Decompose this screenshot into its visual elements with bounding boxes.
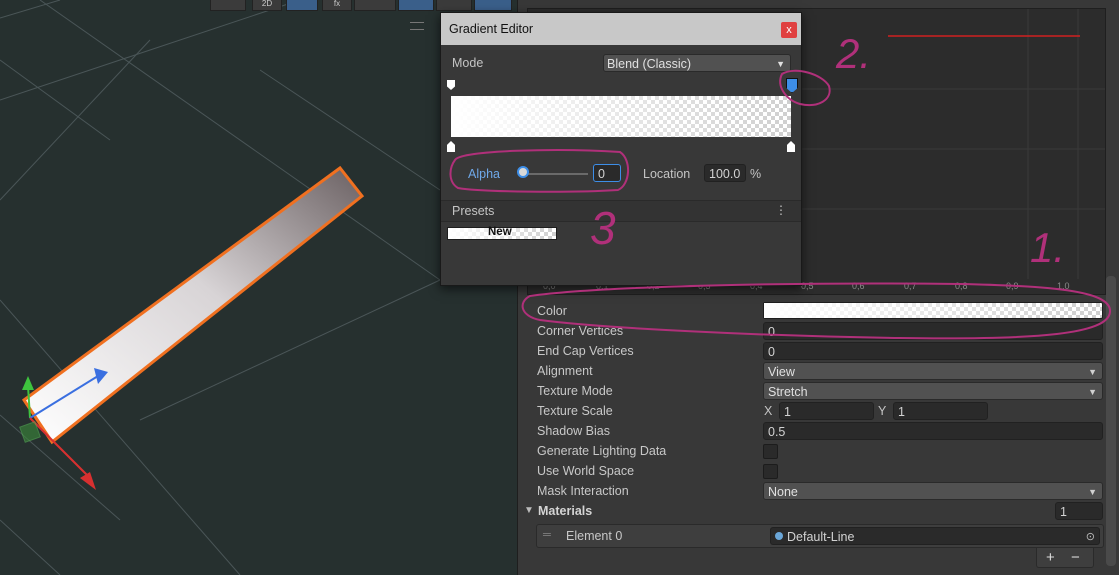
alpha-slider-thumb[interactable] [517,166,529,178]
audio-toggle-button[interactable]: fx [322,0,352,11]
use-world-space-checkbox[interactable] [763,464,778,479]
texture-scale-x-field[interactable]: 1 [779,402,874,420]
alignment-dropdown[interactable]: View ▼ [763,362,1103,380]
element0-value: Default-Line [787,530,855,544]
drag-handle-icon[interactable]: ═ [543,529,551,541]
texture-scale-label: Texture Scale [537,404,613,418]
alpha-key-marker-selected[interactable] [786,78,798,93]
element0-object-field[interactable]: Default-Line ⊙ [770,527,1100,545]
chevron-down-icon: ▼ [776,59,785,69]
color-label: Color [537,304,567,318]
texture-mode-label: Texture Mode [537,384,613,398]
add-element-button[interactable]: + [1046,549,1055,566]
texture-mode-value: Stretch [768,385,808,399]
curve-tick: 0,9 [1006,281,1019,291]
curve-tick: 0,5 [801,281,814,291]
location-unit: % [750,167,762,181]
shading-mode-button[interactable] [210,0,246,11]
gradient-editor-window: Gradient Editor x Mode Blend (Classic) ▼… [440,12,802,286]
materials-list: ═ Element 0 Default-Line ⊙ [536,524,1104,548]
mode-value: Blend (Classic) [607,57,692,71]
presets-label: Presets [452,204,495,218]
alpha-value-field[interactable]: 0 [593,164,621,182]
generate-lighting-label: Generate Lighting Data [537,444,667,458]
camera-button[interactable] [436,0,472,11]
texture-scale-x-label: X [764,404,773,418]
scene-visibility-button[interactable] [398,0,434,11]
alpha-key-marker-start[interactable] [447,80,455,90]
alpha-label: Alpha [468,167,500,181]
color-key-marker-end[interactable] [787,141,795,152]
location-label: Location [643,167,691,181]
close-button[interactable]: x [781,22,797,38]
mask-interaction-label: Mask Interaction [537,484,629,498]
remove-element-button[interactable]: − [1071,549,1080,566]
curve-tick: 0,7 [904,281,917,291]
location-field[interactable]: 100.0 [704,164,746,182]
materials-count-field[interactable]: 1 [1055,502,1103,520]
inspector-scrollbar[interactable] [1106,276,1116,566]
gradient-preview[interactable] [451,96,791,137]
generate-lighting-checkbox[interactable] [763,444,778,459]
gradient-editor-title: Gradient Editor [449,22,534,36]
more-options-icon[interactable]: ⋮ [775,203,787,217]
end-cap-vertices-field[interactable]: 0 [763,342,1103,360]
preset-swatch-new[interactable]: New [447,226,557,240]
object-picker-icon[interactable]: ⊙ [1086,528,1095,546]
element0-label: Element 0 [566,529,623,543]
overlay-menu-icon[interactable] [410,22,424,30]
use-world-space-label: Use World Space [537,464,635,478]
effects-dropdown-button[interactable] [354,0,396,11]
mask-interaction-dropdown[interactable]: None ▼ [763,482,1103,500]
preset-name: New [488,226,512,238]
gradient-editor-titlebar[interactable]: Gradient Editor x [441,13,801,45]
mask-interaction-value: None [768,485,798,499]
alpha-slider-track[interactable] [521,173,588,175]
mode-label: Mode [452,56,484,70]
corner-vertices-field[interactable]: 0 [763,322,1103,340]
material-icon [775,532,783,540]
line-renderer-object [21,165,365,445]
corner-vertices-label: Corner Vertices [537,324,624,338]
mode-dropdown[interactable]: Blend (Classic) ▼ [603,54,791,72]
chevron-down-icon: ▼ [1088,367,1097,377]
shadow-bias-field[interactable]: 0.5 [763,422,1103,440]
gizmos-button[interactable] [474,0,512,11]
curve-tick: 0,6 [852,281,865,291]
texture-mode-dropdown[interactable]: Stretch ▼ [763,382,1103,400]
texture-scale-y-field[interactable]: 1 [893,402,988,420]
chevron-down-icon: ▼ [1088,387,1097,397]
alignment-value: View [768,365,795,379]
materials-header[interactable]: Materials [538,502,592,520]
end-cap-vertices-label: End Cap Vertices [537,344,634,358]
lighting-toggle-button[interactable] [286,0,318,11]
curve-tick: 0,8 [955,281,968,291]
shadow-bias-label: Shadow Bias [537,424,610,438]
texture-scale-y-label: Y [878,404,887,418]
color-key-marker-start[interactable] [447,141,455,152]
color-gradient-field[interactable] [763,302,1103,319]
curve-tick: 1,0 [1057,281,1070,291]
2d-toggle-button[interactable]: 2D [252,0,282,11]
foldout-arrow-icon[interactable]: ▼ [524,502,534,520]
alignment-label: Alignment [537,364,593,378]
presets-header[interactable]: Presets ⋮ [441,200,801,222]
list-buttons: + − [1036,548,1094,568]
chevron-down-icon: ▼ [1088,487,1097,497]
